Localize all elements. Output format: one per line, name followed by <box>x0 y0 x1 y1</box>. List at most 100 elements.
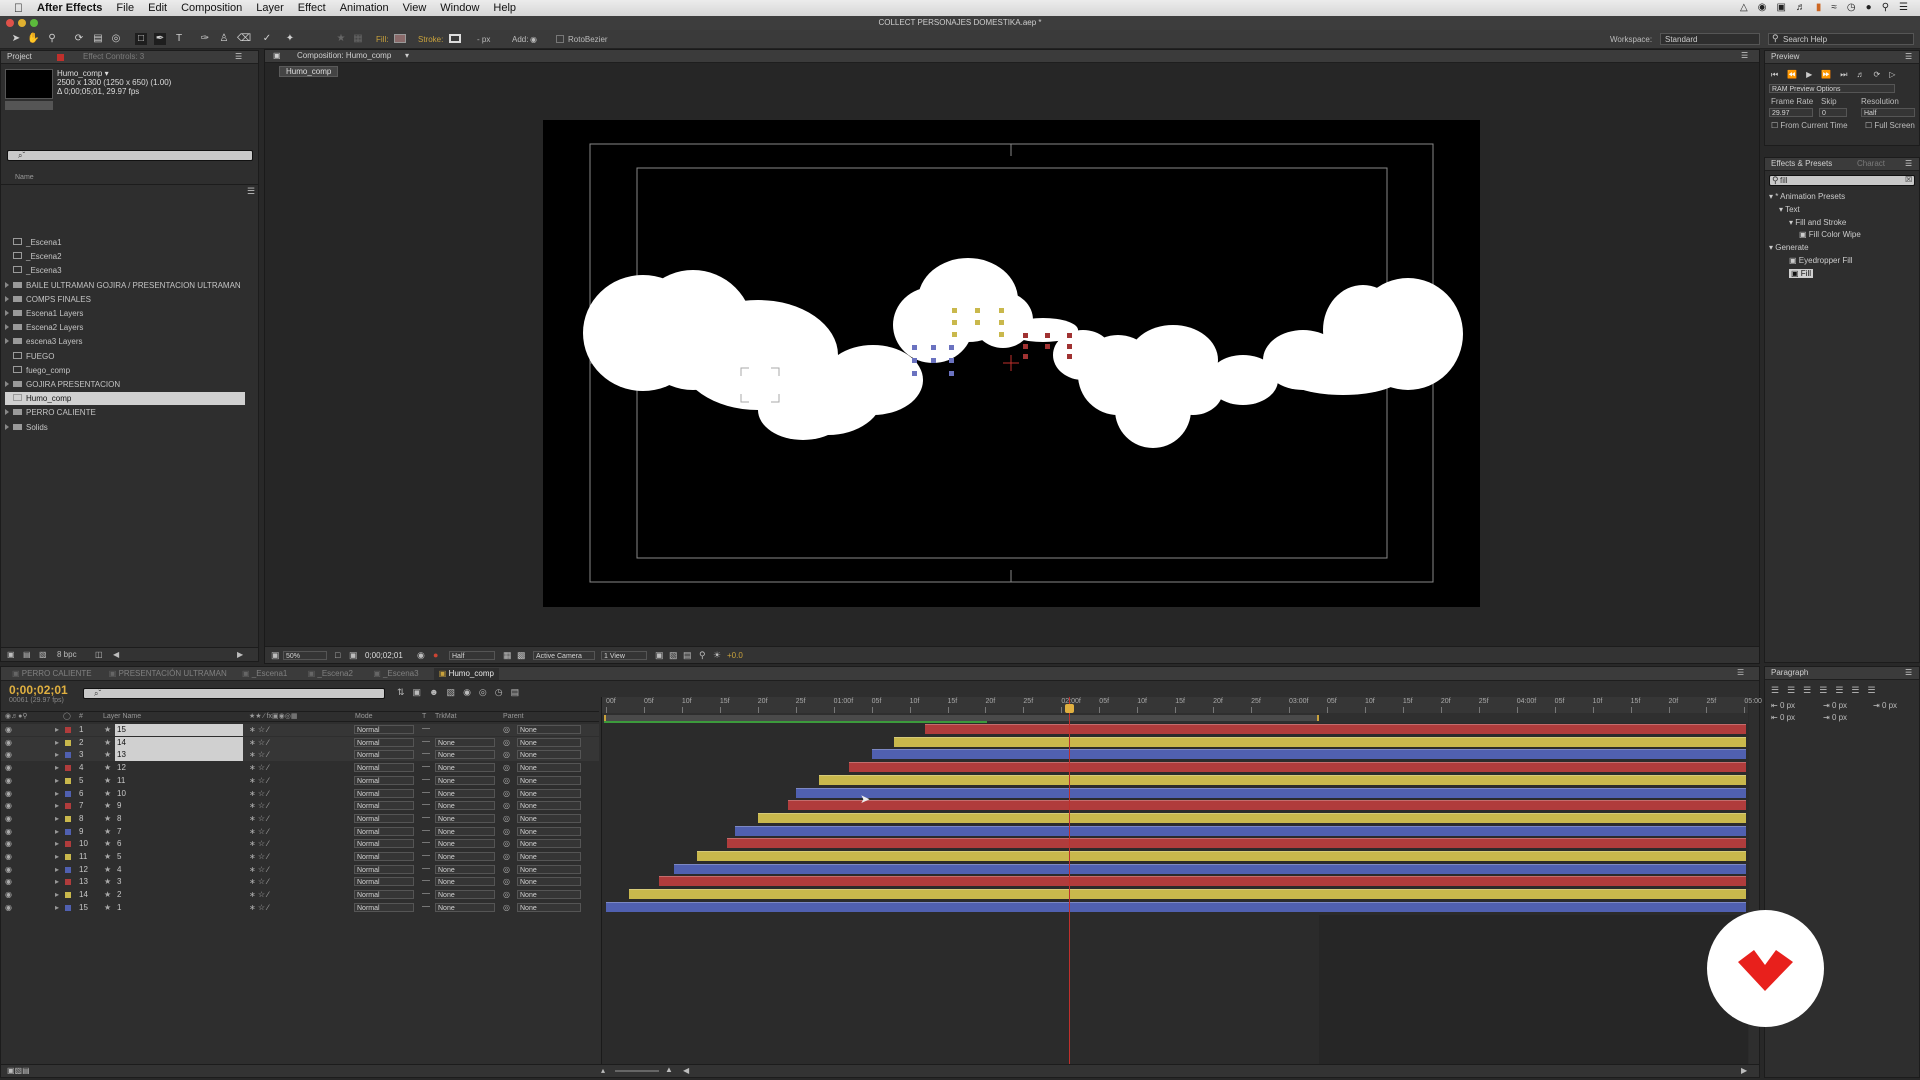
menu-edit[interactable]: Edit <box>141 2 174 14</box>
layer-name-column-header[interactable]: Layer Name <box>103 712 141 722</box>
blend-mode-select[interactable]: Normal <box>354 877 414 887</box>
preserve-transparency-checkbox[interactable] <box>422 791 430 793</box>
layer-duration-bar[interactable] <box>818 774 1746 785</box>
preserve-transparency-checkbox[interactable] <box>422 880 430 882</box>
add-vertex-icon[interactable]: ◉ <box>530 35 537 44</box>
panel-menu-icon[interactable]: ☰ <box>235 52 242 61</box>
project-item[interactable]: _Escena2 <box>5 250 245 263</box>
time-ruler[interactable]: 00f 05f 10f 15f 20f 25f 01:00f 05f 10f 15f 20f 25f 0… <box>602 697 1762 713</box>
current-time-indicator[interactable] <box>1064 697 1074 1077</box>
adobe-icon[interactable]: △ <box>1740 2 1748 13</box>
expand-layer-icon[interactable]: ▸ <box>55 762 59 774</box>
flowchart-icon[interactable]: ⚲ <box>699 650 706 661</box>
fast-previews-icon[interactable]: ▧ <box>669 650 678 661</box>
skip-select[interactable]: 0 <box>1819 108 1847 117</box>
toggle-switches-icon[interactable]: ▣▧▤ <box>7 1066 30 1075</box>
menu-layer[interactable]: Layer <box>249 2 291 14</box>
label-color-swatch[interactable] <box>65 879 71 886</box>
project-item[interactable]: Escena2 Layers <box>5 321 245 334</box>
scroll-left-icon[interactable]: ◀ <box>113 648 119 662</box>
type-tool-icon[interactable]: T <box>173 33 185 45</box>
video-eye-icon[interactable]: ◉ <box>5 902 12 914</box>
video-eye-icon[interactable]: ◉ <box>5 851 12 863</box>
tab-project[interactable]: Project <box>7 52 32 61</box>
mute-icon[interactable]: ♬ <box>1857 70 1865 80</box>
pick-whip-icon[interactable]: ◎ <box>503 737 510 749</box>
pan-behind-tool-icon[interactable]: ◎ <box>110 33 122 45</box>
timeline-tab[interactable]: ▣ PRESENTACIÓN ULTRAMAN <box>104 668 232 680</box>
play-icon[interactable]: ▶ <box>1806 70 1812 80</box>
timeline-tab[interactable]: ▣ _Escena3 <box>368 668 423 680</box>
layer-switches-icons[interactable]: ∗ ☆ ∕ <box>249 889 269 901</box>
layer-switches-icons[interactable]: ∗ ☆ ∕ <box>249 851 269 863</box>
layer-name[interactable]: 7 <box>115 826 243 838</box>
layer-switches-icons[interactable]: ∗ ☆ ∕ <box>249 838 269 850</box>
pick-whip-icon[interactable]: ◎ <box>503 826 510 838</box>
layer-duration-bar[interactable] <box>628 889 1746 900</box>
pick-whip-icon[interactable]: ◎ <box>503 762 510 774</box>
layer-row[interactable]: ◉ ▸ 11 ★ 5 ∗ ☆ ∕ Normal None ◎ None <box>1 851 599 863</box>
indent-left-field[interactable]: ⇤ 0 px <box>1771 701 1795 710</box>
blend-mode-select[interactable]: Normal <box>354 750 414 760</box>
current-time-display[interactable]: 0;00;02;01 <box>365 651 403 660</box>
pick-whip-icon[interactable]: ◎ <box>503 838 510 850</box>
justify-center-icon[interactable]: ☰ <box>1835 685 1843 696</box>
track-matte-select[interactable]: None <box>435 737 495 747</box>
layer-name[interactable]: 8 <box>115 813 243 825</box>
video-eye-icon[interactable]: ◉ <box>5 762 12 774</box>
expand-layer-icon[interactable]: ▸ <box>55 851 59 863</box>
next-frame-icon[interactable]: ⏩ <box>1821 70 1831 80</box>
space-after-field[interactable]: ⇥ 0 px <box>1823 713 1847 722</box>
expand-layer-icon[interactable]: ▸ <box>55 800 59 812</box>
blend-mode-select[interactable]: Normal <box>354 890 414 900</box>
blend-mode-select[interactable]: Normal <box>354 813 414 823</box>
video-eye-icon[interactable]: ◉ <box>5 775 12 787</box>
layer-name[interactable]: 13 <box>115 749 243 762</box>
flag-icon[interactable]: ▮ <box>1816 2 1822 13</box>
scroll-right-icon[interactable]: ▶ <box>237 648 243 662</box>
expand-layer-icon[interactable]: ▸ <box>55 838 59 850</box>
parent-select[interactable]: None <box>517 763 581 773</box>
menu-effect[interactable]: Effect <box>291 2 333 14</box>
blend-mode-select[interactable]: Normal <box>354 801 414 811</box>
blend-mode-select[interactable]: Normal <box>354 775 414 785</box>
safe-margins-icon[interactable]: □ <box>335 650 340 660</box>
expand-triangle-icon[interactable] <box>5 281 9 288</box>
track-matte-select[interactable]: None <box>435 763 495 773</box>
video-eye-icon[interactable]: ◉ <box>5 838 12 850</box>
project-item[interactable]: escena3 Layers <box>5 335 245 348</box>
expand-layer-icon[interactable]: ▸ <box>55 889 59 901</box>
parent-select[interactable]: None <box>517 725 581 734</box>
justify-right-icon[interactable]: ☰ <box>1851 685 1859 696</box>
layer-duration-bar[interactable] <box>727 838 1746 849</box>
track-matte-select[interactable]: None <box>435 826 495 836</box>
camera-select[interactable]: Active Camera <box>533 651 595 660</box>
parent-select[interactable]: None <box>517 864 581 874</box>
pick-whip-icon[interactable]: ◎ <box>503 902 510 914</box>
app-menu[interactable]: After Effects <box>30 2 109 14</box>
exposure-value[interactable]: +0.0 <box>727 651 743 660</box>
layer-name[interactable]: 2 <box>115 889 243 901</box>
align-center-icon[interactable]: ☰ <box>1787 685 1795 696</box>
playhead-handle-icon[interactable] <box>1064 704 1074 713</box>
mask-rect-tool-icon[interactable]: □ <box>135 33 147 45</box>
effects-tree-item[interactable]: ▾ Text <box>1779 205 1800 214</box>
video-eye-icon[interactable]: ◉ <box>5 788 12 800</box>
layer-duration-bar[interactable] <box>924 724 1746 734</box>
clone-tool-icon[interactable]: ♙ <box>218 33 230 45</box>
camera-tool-icon[interactable]: ▤ <box>92 33 104 45</box>
label-color-swatch[interactable] <box>65 739 71 746</box>
effects-tree-item[interactable]: ▣ Fill <box>1789 268 1813 278</box>
label-color-swatch[interactable] <box>65 892 71 899</box>
label-color-swatch[interactable] <box>65 841 71 848</box>
draft-3d-icon[interactable]: ▣ <box>413 687 422 698</box>
track-matte-select[interactable]: None <box>435 852 495 861</box>
layer-switches-icons[interactable]: ∗ ☆ ∕ <box>249 876 269 888</box>
track-matte-select[interactable]: None <box>435 750 495 760</box>
pick-whip-icon[interactable]: ◎ <box>503 788 510 800</box>
pick-whip-icon[interactable]: ◎ <box>503 775 510 787</box>
comp-name-tab[interactable]: Humo_comp <box>279 66 339 77</box>
label-color-swatch[interactable] <box>65 854 71 860</box>
mask-visibility-icon[interactable]: ▣ <box>349 650 358 661</box>
parent-select[interactable]: None <box>517 890 581 900</box>
